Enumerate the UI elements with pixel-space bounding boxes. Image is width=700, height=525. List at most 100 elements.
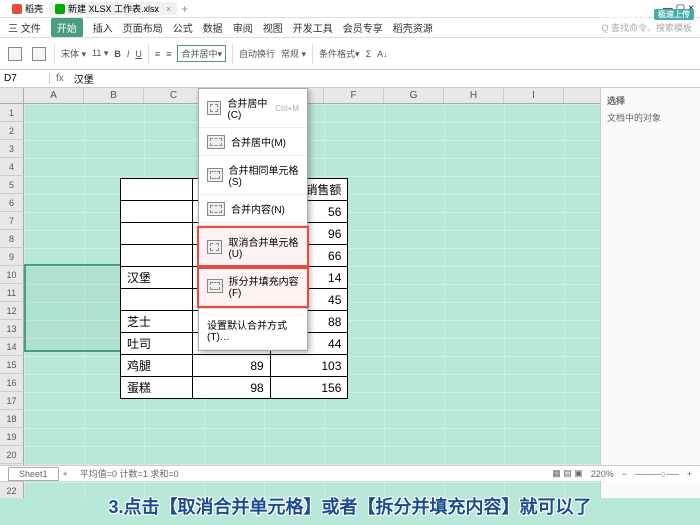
menu-resource[interactable]: 稻壳资源 [393,20,433,35]
row-header[interactable]: 11 [0,284,24,302]
shortcut: Ctrl+M [275,104,299,113]
italic-button[interactable]: I [127,49,130,59]
row-header[interactable]: 18 [0,410,24,428]
row-header[interactable]: 3 [0,140,24,158]
row-header[interactable]: 19 [0,428,24,446]
zoom-slider[interactable]: ────○── [635,469,679,479]
row-header[interactable]: 2 [0,122,24,140]
document-tab[interactable]: 新建 XLSX 工作表.xlsx× [49,2,177,15]
row-label: 鸡腿 [121,355,193,377]
menu-label: 拆分并填充内容(F) [229,273,299,299]
row-header[interactable]: 20 [0,446,24,464]
merge-settings-item[interactable]: 设置默认合并方式(T)… [199,311,307,350]
view-icons[interactable]: ▦ ▤ ▣ [552,468,583,479]
row-header[interactable]: 13 [0,320,24,338]
zoom-out-icon[interactable]: − [622,469,627,479]
row-header[interactable]: 8 [0,230,24,248]
status-bar: Sheet1 + 平均值=0 计数=1 求和=0 ▦ ▤ ▣ 220% − ──… [0,465,700,481]
col-header[interactable]: G [384,88,444,103]
merge-icon [207,135,225,149]
split-fill-item[interactable]: 拆分并填充内容(F) [199,267,307,306]
cell-reference[interactable]: D7 [0,73,50,84]
row-header[interactable]: 12 [0,302,24,320]
format-button[interactable]: 常规 ▾ [281,47,306,60]
add-sheet-button[interactable]: + [63,469,68,479]
menu-member[interactable]: 会员专享 [343,20,383,35]
col-header[interactable]: F [324,88,384,103]
search-input[interactable]: Q 查找命令、搜索模板 [601,21,692,34]
col-header[interactable]: C [144,88,204,103]
menu-layout[interactable]: 页面布局 [123,20,163,35]
zoom-level[interactable]: 220% [591,469,614,479]
unmerge-item[interactable]: 取消合并单元格(U) [199,228,307,267]
cond-format-button[interactable]: 条件格式▾ [319,47,360,60]
row-label: 芝士 [121,311,193,333]
menu-home[interactable]: 开始 [51,18,83,37]
row-header[interactable]: 10 [0,266,24,284]
app-tab[interactable]: 稻壳 [6,2,49,15]
font-select[interactable]: 宋体 ▾ [61,47,86,60]
pane-title: 选择 [607,94,694,107]
merge-icon [207,101,221,115]
row-header[interactable]: 7 [0,212,24,230]
align-center-icon[interactable]: ≡ [166,49,171,59]
row-label [121,289,193,311]
menu-view[interactable]: 视图 [263,20,283,35]
col-header[interactable]: B [84,88,144,103]
row-header[interactable]: 6 [0,194,24,212]
formula-bar: D7 fx 汉堡 [0,70,700,88]
menu-dev[interactable]: 开发工具 [293,20,333,35]
row-label [121,201,193,223]
select-all-corner[interactable] [0,88,24,103]
col-header[interactable]: A [24,88,84,103]
spreadsheet-grid[interactable]: A B C D E F G H I 1234567891011121314151… [0,88,600,498]
menu-formula[interactable]: 公式 [173,20,193,35]
wrap-button[interactable]: 自动换行 [239,47,275,60]
col-header[interactable]: H [444,88,504,103]
font-size[interactable]: 11 ▾ [92,48,108,59]
col-header[interactable]: I [504,88,564,103]
paste-button[interactable] [6,47,24,61]
pane-subtitle: 文档中的对象 [607,111,694,124]
menu-file[interactable]: 三 文件 [8,20,41,35]
row-header[interactable]: 5 [0,176,24,194]
app-name: 稻壳 [25,2,43,15]
menu-label: 合并居中(C) [227,95,269,121]
sort-button[interactable]: A↓ [377,49,388,59]
merge-dropdown-menu: 合并居中(C) Ctrl+M 合并居中(M) 合并相同单元格(S) 合并内容(N)… [198,88,308,351]
menu-insert[interactable]: 插入 [93,20,113,35]
close-icon[interactable]: × [166,4,171,14]
paste-icon [8,47,22,61]
merge-cells-item[interactable]: 合并居中(M) [199,128,307,156]
row-header[interactable]: 17 [0,392,24,410]
sheet-tab[interactable]: Sheet1 [8,467,59,481]
watermark-text: 天极视频 [601,6,649,20]
align-left-icon[interactable]: ≡ [155,49,160,59]
fx-icon[interactable]: fx [50,73,70,84]
underline-button[interactable]: U [135,49,142,59]
row-header[interactable]: 1 [0,104,24,122]
formula-value[interactable]: 汉堡 [70,71,98,86]
merge-button[interactable]: 合并居中▾ [177,45,226,62]
row-header[interactable]: 14 [0,338,24,356]
cut-button[interactable] [30,47,48,61]
row-header[interactable]: 9 [0,248,24,266]
new-tab-button[interactable]: + [181,2,188,16]
menu-label: 合并内容(N) [231,201,285,216]
merge-content-item[interactable]: 合并内容(N) [199,195,307,223]
menu-data[interactable]: 数据 [203,20,223,35]
merge-same-item[interactable]: 合并相同单元格(S) [199,156,307,195]
sum-button[interactable]: Σ [366,49,372,59]
zoom-in-icon[interactable]: + [687,469,692,479]
menu-review[interactable]: 审阅 [233,20,253,35]
merge-center-item[interactable]: 合并居中(C) Ctrl+M [199,89,307,128]
bold-button[interactable]: B [114,49,121,59]
row-header[interactable]: 16 [0,374,24,392]
row-headers: 12345678910111213141516171819202122 [0,104,24,498]
row-header[interactable]: 4 [0,158,24,176]
menu-label: 合并相同单元格(S) [229,162,299,188]
tutorial-caption: 3.点击【取消合并单元格】或者【拆分并填充内容】就可以了 [0,493,700,519]
ribbon-toolbar: 宋体 ▾ 11 ▾ B I U ≡ ≡ 合并居中▾ 自动换行 常规 ▾ 条件格式… [0,38,700,70]
row-header[interactable]: 15 [0,356,24,374]
cell: 89 [193,355,271,377]
